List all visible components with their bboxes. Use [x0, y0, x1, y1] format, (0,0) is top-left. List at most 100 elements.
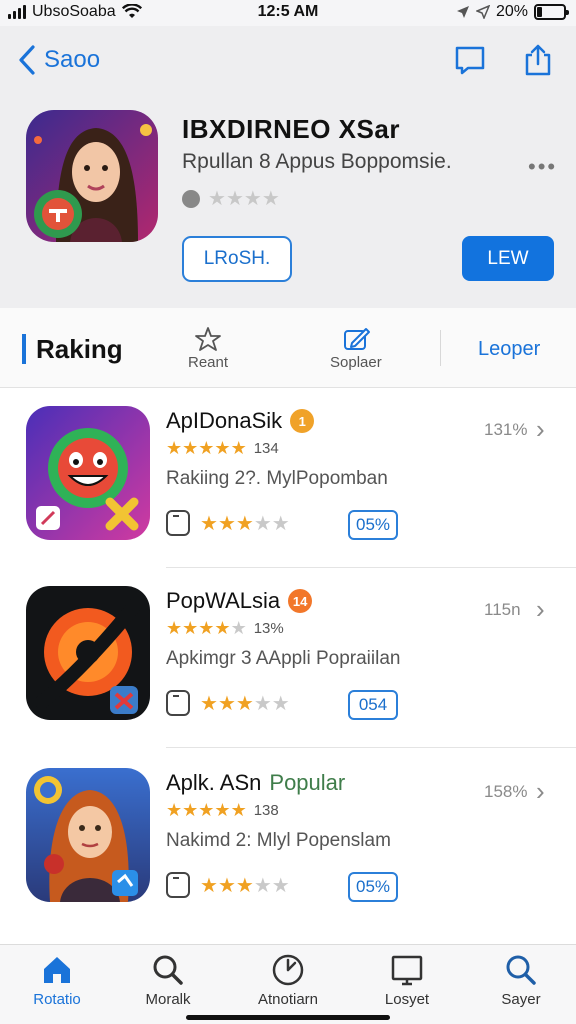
- list-item[interactable]: PopWALsia 14 ★★★★★ 13% Apkimgr 3 AAppli …: [0, 568, 576, 748]
- tab-bar-label: Moralk: [145, 991, 191, 1008]
- star-empty-icon: ★: [225, 188, 244, 210]
- star-filled-icon: ★: [214, 618, 231, 638]
- star-filled-icon: ★: [214, 800, 231, 820]
- tab-soplaer[interactable]: Soplaer: [330, 326, 382, 371]
- chevron-left-icon: [19, 45, 35, 75]
- app-name-accent: Popular: [269, 770, 346, 795]
- chevron-right-icon[interactable]: ›: [536, 594, 545, 625]
- location-outline-icon: [475, 5, 490, 19]
- compass-icon: [272, 954, 304, 986]
- star-filled-icon: ★: [166, 800, 183, 820]
- star-filled-icon: ★: [198, 438, 215, 458]
- star-filled-icon: ★: [182, 438, 199, 458]
- tab-bar: Rotatio Moralk Atnotiarn Losyet Sayer: [0, 944, 576, 1024]
- battery-icon: [534, 4, 569, 20]
- tab-bar-item-rotatio[interactable]: Rotatio: [12, 953, 102, 1008]
- star-filled-icon: ★: [182, 800, 199, 820]
- star-empty-icon: ★: [253, 692, 272, 715]
- tab-bar-label: Atnotiarn: [257, 991, 319, 1008]
- app-name-text: PopWALsia: [166, 588, 281, 613]
- back-button[interactable]: Saoo: [18, 44, 100, 76]
- star-badge-icon: [195, 327, 221, 351]
- app-name-text: Aplk. ASn: [166, 770, 262, 795]
- star-filled-icon: ★: [200, 512, 218, 535]
- clipboard-icon: [166, 510, 190, 536]
- star-filled-icon: ★: [198, 800, 215, 820]
- app-meta: 131%: [484, 420, 528, 439]
- star-filled-icon: ★: [217, 874, 236, 897]
- app-icon[interactable]: [26, 768, 150, 902]
- section-title: Raking: [22, 334, 123, 364]
- mini-stars: ★★★★★: [200, 691, 290, 716]
- percent-badge[interactable]: 05%: [348, 510, 398, 540]
- star-empty-icon: ★: [243, 188, 262, 210]
- list-item[interactable]: ApIDonaSik 1 ★★★★★ 134 Rakiing 2?. MylPo…: [0, 388, 576, 568]
- tab-bar-label: Losyet: [384, 991, 430, 1008]
- see-more-link[interactable]: Leoper: [478, 338, 540, 361]
- app-rating: ★★★★★ 138: [166, 800, 279, 821]
- list-item[interactable]: Aplk. ASn Popular ★★★★★ 138 Nakimd 2: Ml…: [0, 750, 576, 930]
- rank-badge: 1: [290, 409, 315, 433]
- more-options-button[interactable]: •••: [528, 154, 557, 180]
- star-filled-icon: ★: [230, 800, 247, 820]
- app-icon[interactable]: [26, 586, 150, 720]
- star-empty-icon: ★: [271, 512, 290, 535]
- tab-bar-item-sayer[interactable]: Sayer: [476, 953, 566, 1008]
- app-description: Nakimd 2: Mlyl Popenslam: [166, 830, 391, 851]
- tab-bar-label: Rotatio: [33, 991, 81, 1008]
- mini-stars: ★★★★★: [200, 511, 290, 536]
- chevron-right-icon[interactable]: ›: [536, 776, 545, 807]
- tab-bar-item-moralk[interactable]: Moralk: [123, 953, 213, 1008]
- chevron-right-icon[interactable]: ›: [536, 414, 545, 445]
- rating-stars: ★★★★★: [166, 618, 247, 639]
- tab-reant[interactable]: Reant: [188, 326, 228, 371]
- star-empty-icon: ★: [271, 874, 290, 897]
- app-name[interactable]: Aplk. ASn Popular: [166, 770, 345, 796]
- secondary-action-button[interactable]: LRoSH.: [182, 236, 292, 282]
- star-filled-icon: ★: [200, 692, 218, 715]
- review-count: 13%: [253, 620, 284, 637]
- tab-bar-item-losyet[interactable]: Losyet: [362, 953, 452, 1008]
- star-empty-icon: ★: [230, 618, 247, 638]
- app-hero-icon[interactable]: [26, 110, 158, 242]
- app-rating: ★★★★★ 13%: [166, 618, 284, 639]
- star-filled-icon: ★: [217, 692, 236, 715]
- chat-icon[interactable]: [454, 44, 486, 76]
- edit-icon: [343, 328, 370, 350]
- ranking-bar: Raking Reant Soplaer Leoper: [0, 308, 576, 388]
- app-name[interactable]: ApIDonaSik 1: [166, 408, 315, 434]
- star-filled-icon: ★: [230, 438, 247, 458]
- review-count: 134: [253, 440, 279, 457]
- star-filled-icon: ★: [166, 438, 183, 458]
- home-icon: [44, 957, 70, 983]
- tab-label: Soplaer: [330, 354, 382, 371]
- star-filled-icon: ★: [214, 438, 231, 458]
- share-icon[interactable]: [522, 44, 554, 76]
- percent-badge[interactable]: 054: [348, 690, 398, 720]
- rating-stars: ★★★★★: [166, 438, 247, 459]
- app-header: Saoo IBXDIRNEO XSar Rpullan 8 Appus Bopp…: [0, 26, 576, 308]
- app-description: Rakiing 2?. MylPopomban: [166, 468, 388, 489]
- app-rating: ★★★★: [182, 186, 280, 211]
- percent-badge[interactable]: 05%: [348, 872, 398, 902]
- app-title: IBXDIRNEO XSar: [182, 114, 400, 144]
- app-name-text: ApIDonaSik: [166, 408, 283, 433]
- back-label: Saoo: [44, 46, 101, 73]
- app-rating: ★★★★★ 134: [166, 438, 279, 459]
- star-filled-icon: ★: [235, 512, 254, 535]
- app-name[interactable]: PopWALsia 14: [166, 588, 313, 614]
- monitor-icon: [391, 955, 423, 986]
- rank-badge: 14: [288, 589, 313, 613]
- app-description: Apkimgr 3 AAppli Popraiilan: [166, 648, 401, 669]
- get-button[interactable]: LEW: [462, 236, 554, 281]
- app-icon[interactable]: [26, 406, 150, 540]
- tab-bar-label: Sayer: [501, 991, 541, 1008]
- rating-stars: ★★★★★: [166, 800, 247, 821]
- search-icon: [153, 955, 183, 985]
- rating-stars: ★★★★: [208, 186, 280, 211]
- star-filled-icon: ★: [217, 512, 236, 535]
- mini-stars: ★★★★★: [200, 873, 290, 898]
- app-meta: 115n: [484, 600, 521, 619]
- star-filled-icon: ★: [235, 874, 254, 897]
- tab-bar-item-atnotiarn[interactable]: Atnotiarn: [243, 953, 333, 1008]
